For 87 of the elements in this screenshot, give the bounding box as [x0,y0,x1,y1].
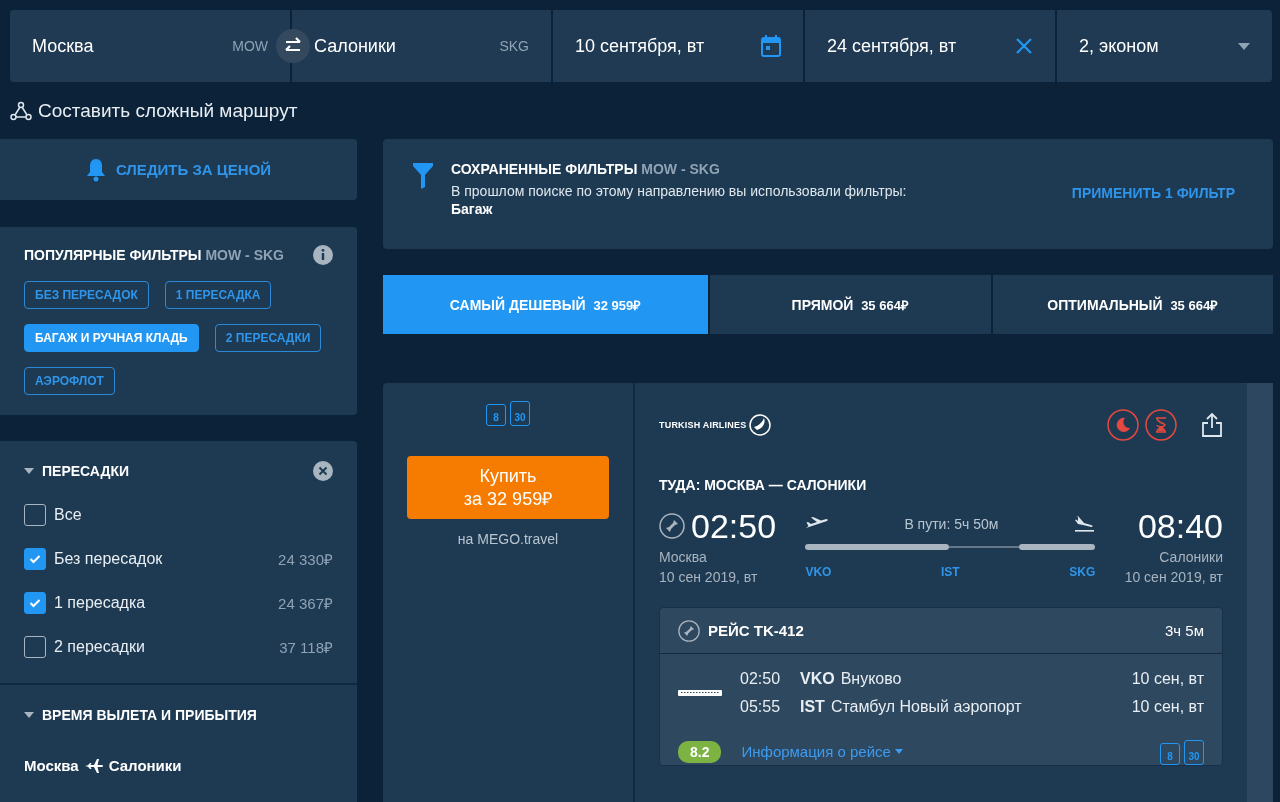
airport-code: IST [941,565,960,579]
landing-icon [1073,515,1096,533]
caret-icon [894,749,903,754]
caret-icon[interactable] [24,468,34,474]
travel-duration: В пути: 5ч 50м [904,516,999,532]
funnel-icon [413,163,433,189]
airport-code: VKO [805,565,832,579]
sort-tab[interactable]: ПРЯМОЙ 35 664₽ [710,275,991,334]
route-city: Салоники [108,757,182,774]
option-label: Без пересадок [54,550,163,568]
airport-code: IST [800,698,825,716]
origin-field[interactable]: Москва MOW [10,10,290,82]
filter-chip[interactable]: 1 ПЕРЕСАДКА [164,281,272,309]
swap-icon[interactable] [276,29,310,63]
rating-badge: 8.2 [678,740,722,763]
arrival-city: Салоники [1159,549,1223,565]
complex-route-link[interactable]: Составить сложный маршрут [38,99,298,122]
suitcase-icon: 30 [1184,740,1204,765]
plane-icon [84,757,103,774]
hourglass-icon [1145,409,1177,441]
share-icon[interactable] [1201,412,1223,438]
panel-title: ПОПУЛЯРНЫЕ ФИЛЬТРЫ MOW - SKG [24,247,284,263]
hand-baggage-icon: 8 [1160,743,1180,765]
flight-duration: 3ч 5м [1165,622,1204,639]
seller-text: на MEGO.travel [457,531,559,547]
option-label: Все [54,506,82,524]
moon-icon [1107,409,1139,441]
bird-logo-icon [749,414,772,436]
option-price: 24 367₽ [278,594,333,613]
clear-icon[interactable] [313,461,333,481]
route-city: Москва [24,757,79,774]
filter-chip[interactable]: АЭРОФЛОТ [24,367,115,395]
arrival-date: 10 сен 2019, вт [1124,569,1223,585]
checkbox[interactable] [24,548,46,570]
aircraft-icon [678,689,722,697]
apply-filter-link[interactable]: ПРИМЕНИТЬ 1 ФИЛЬТР [1071,185,1235,201]
leg-date: 10 сен, вт [1131,670,1204,688]
buy-button[interactable]: Купить за 32 959₽ [407,456,609,519]
airport-code: SKG [1069,565,1096,579]
destination-field[interactable]: Салоники SKG [292,10,551,82]
info-icon[interactable] [313,245,333,265]
checkbox[interactable] [24,592,46,614]
panel-title: ВРЕМЯ ВЫЛЕТА И ПРИБЫТИЯ [42,707,257,723]
flight-info-link[interactable]: Информация о рейсе [741,743,891,760]
option-label: 2 пересадки [54,638,145,656]
route-icon [10,100,32,121]
leg-time: 05:55 [740,698,782,716]
panel-title: СОХРАНЕННЫЕ ФИЛЬТРЫ MOW - SKG [451,161,721,177]
suitcase-icon: 30 [510,401,530,426]
depart-date-field[interactable]: 10 сентября, вт [553,10,803,82]
scrollbar[interactable] [1247,383,1273,802]
saved-filter-name: Багаж [451,201,494,217]
check-icon [29,598,41,608]
leg-date: 10 сен, вт [1131,698,1204,716]
direction-title: ТУДА: МОСКВА — САЛОНИКИ [659,477,868,493]
panel-title: ПЕРЕСАДКИ [42,463,130,479]
flight-number: РЕЙС TK-412 [708,622,804,639]
passengers-dropdown[interactable]: 2, эконом [1057,10,1272,82]
hand-baggage-icon: 8 [486,404,506,426]
close-icon[interactable] [1015,37,1033,55]
airport-name: Внуково [840,670,902,688]
airline-logo-text: TURKISH AIRLINES [659,420,747,430]
arrival-time: 08:40 [1137,507,1223,545]
bell-icon [85,157,106,182]
caret-icon [1238,42,1250,50]
price-alert-button[interactable]: СЛЕДИТЬ ЗА ЦЕНОЙ [0,139,357,200]
checkbox[interactable] [24,504,46,526]
filter-chip[interactable]: 2 ПЕРЕСАДКИ [214,324,322,352]
sort-tab[interactable]: ОПТИМАЛЬНЫЙ 35 664₽ [992,275,1273,334]
saved-filters-text: В прошлом поиске по этому направлению вы использовали фильтры: [451,183,907,199]
airport-name: Стамбул Новый аэропорт [830,698,1022,716]
option-label: 1 пересадка [54,594,146,612]
check-icon [29,554,41,564]
departure-time: 02:50 [691,507,777,545]
checkbox[interactable] [24,636,46,658]
option-price: 24 330₽ [278,550,333,569]
filter-chip[interactable]: БЕЗ ПЕРЕСАДОК [24,281,149,309]
departure-city: Москва [659,549,708,565]
return-date-field[interactable]: 24 сентября, вт [805,10,1055,82]
departure-date: 10 сен 2019, вт [659,569,759,585]
leg-time: 02:50 [740,670,782,688]
airport-code: VKO [800,670,835,688]
sort-tab[interactable]: САМЫЙ ДЕШЕВЫЙ 32 959₽ [383,275,708,334]
calendar-icon [761,35,781,57]
filter-chip[interactable]: БАГАЖ И РУЧНАЯ КЛАДЬ [24,324,199,352]
caret-icon[interactable] [24,712,34,718]
option-price: 37 118₽ [279,638,333,657]
